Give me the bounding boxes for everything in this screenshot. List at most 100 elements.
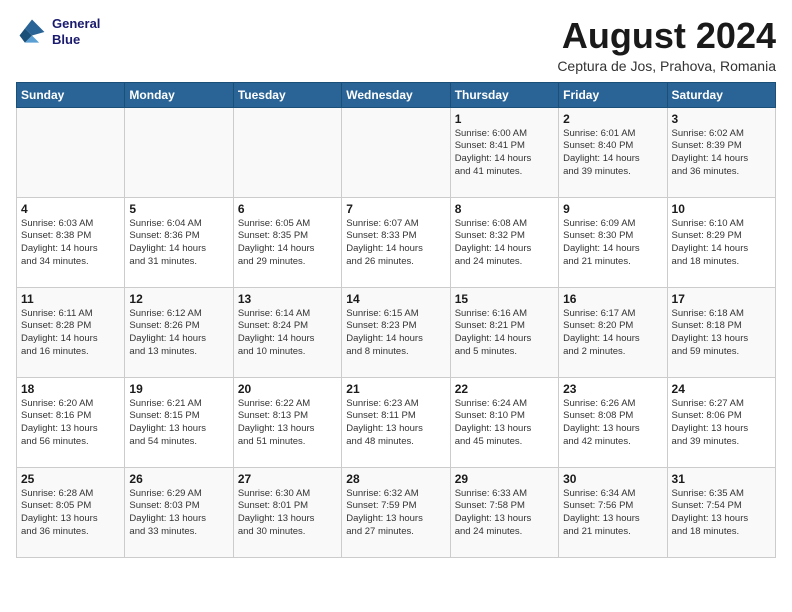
- calendar-cell: 18 Sunrise: 6:20 AM Sunset: 8:16 PM Dayli…: [17, 377, 125, 467]
- page-header: General Blue August 2024 Ceptura de Jos,…: [16, 16, 776, 74]
- cell-content: Sunrise: 6:30 AM Sunset: 8:01 PM Dayligh…: [238, 488, 337, 539]
- month-year: August 2024: [557, 16, 776, 56]
- day-header-friday: Friday: [559, 82, 667, 107]
- day-number: 28: [346, 472, 445, 486]
- day-number: 20: [238, 382, 337, 396]
- calendar-cell: [17, 107, 125, 197]
- calendar-cell: 27 Sunrise: 6:30 AM Sunset: 8:01 PM Dayli…: [233, 467, 341, 557]
- cell-content: Sunrise: 6:23 AM Sunset: 8:11 PM Dayligh…: [346, 398, 445, 449]
- logo-text: General Blue: [52, 16, 100, 47]
- cell-content: Sunrise: 6:16 AM Sunset: 8:21 PM Dayligh…: [455, 308, 554, 359]
- cell-content: Sunrise: 6:21 AM Sunset: 8:15 PM Dayligh…: [129, 398, 228, 449]
- calendar-cell: 2Sunrise: 6:01 AM Sunset: 8:40 PM Daylig…: [559, 107, 667, 197]
- calendar-cell: 24Sunrise: 6:27 AM Sunset: 8:06 PM Dayli…: [667, 377, 775, 467]
- day-number: 8: [455, 202, 554, 216]
- calendar-cell: 15 Sunrise: 6:16 AM Sunset: 8:21 PM Dayli…: [450, 287, 558, 377]
- day-header-tuesday: Tuesday: [233, 82, 341, 107]
- day-number: 16: [563, 292, 662, 306]
- calendar-cell: 5 Sunrise: 6:04 AM Sunset: 8:36 PM Daylig…: [125, 197, 233, 287]
- day-number: 12: [129, 292, 228, 306]
- cell-content: Sunrise: 6:26 AM Sunset: 8:08 PM Dayligh…: [563, 398, 662, 449]
- day-number: 30: [563, 472, 662, 486]
- cell-content: Sunrise: 6:15 AM Sunset: 8:23 PM Dayligh…: [346, 308, 445, 359]
- day-number: 7: [346, 202, 445, 216]
- calendar-cell: 4 Sunrise: 6:03 AM Sunset: 8:38 PM Daylig…: [17, 197, 125, 287]
- day-number: 13: [238, 292, 337, 306]
- calendar-cell: 12 Sunrise: 6:12 AM Sunset: 8:26 PM Dayli…: [125, 287, 233, 377]
- calendar-cell: 8 Sunrise: 6:08 AM Sunset: 8:32 PM Daylig…: [450, 197, 558, 287]
- calendar-cell: 13 Sunrise: 6:14 AM Sunset: 8:24 PM Dayli…: [233, 287, 341, 377]
- day-number: 2: [563, 112, 662, 126]
- day-number: 6: [238, 202, 337, 216]
- day-number: 9: [563, 202, 662, 216]
- cell-content: Sunrise: 6:35 AM Sunset: 7:54 PM Dayligh…: [672, 488, 771, 539]
- title-block: August 2024 Ceptura de Jos, Prahova, Rom…: [557, 16, 776, 74]
- calendar-cell: [342, 107, 450, 197]
- cell-content: Sunrise: 6:02 AM Sunset: 8:39 PM Dayligh…: [672, 128, 771, 179]
- cell-content: Sunrise: 6:22 AM Sunset: 8:13 PM Dayligh…: [238, 398, 337, 449]
- day-number: 15: [455, 292, 554, 306]
- calendar-cell: 16 Sunrise: 6:17 AM Sunset: 8:20 PM Dayli…: [559, 287, 667, 377]
- week-row-2: 4 Sunrise: 6:03 AM Sunset: 8:38 PM Daylig…: [17, 197, 776, 287]
- day-number: 18: [21, 382, 120, 396]
- cell-content: Sunrise: 6:12 AM Sunset: 8:26 PM Dayligh…: [129, 308, 228, 359]
- calendar-cell: 10Sunrise: 6:10 AM Sunset: 8:29 PM Dayli…: [667, 197, 775, 287]
- day-number: 17: [672, 292, 771, 306]
- day-header-thursday: Thursday: [450, 82, 558, 107]
- calendar-cell: 9 Sunrise: 6:09 AM Sunset: 8:30 PM Daylig…: [559, 197, 667, 287]
- day-header-sunday: Sunday: [17, 82, 125, 107]
- week-row-4: 18 Sunrise: 6:20 AM Sunset: 8:16 PM Dayli…: [17, 377, 776, 467]
- day-header-monday: Monday: [125, 82, 233, 107]
- day-number: 19: [129, 382, 228, 396]
- week-row-5: 25 Sunrise: 6:28 AM Sunset: 8:05 PM Dayli…: [17, 467, 776, 557]
- calendar-header-row: SundayMondayTuesdayWednesdayThursdayFrid…: [17, 82, 776, 107]
- cell-content: Sunrise: 6:09 AM Sunset: 8:30 PM Dayligh…: [563, 218, 662, 269]
- cell-content: Sunrise: 6:10 AM Sunset: 8:29 PM Dayligh…: [672, 218, 771, 269]
- day-number: 5: [129, 202, 228, 216]
- cell-content: Sunrise: 6:07 AM Sunset: 8:33 PM Dayligh…: [346, 218, 445, 269]
- day-number: 27: [238, 472, 337, 486]
- calendar-cell: 22 Sunrise: 6:24 AM Sunset: 8:10 PM Dayli…: [450, 377, 558, 467]
- day-number: 21: [346, 382, 445, 396]
- cell-content: Sunrise: 6:24 AM Sunset: 8:10 PM Dayligh…: [455, 398, 554, 449]
- cell-content: Sunrise: 6:04 AM Sunset: 8:36 PM Dayligh…: [129, 218, 228, 269]
- day-number: 4: [21, 202, 120, 216]
- day-number: 23: [563, 382, 662, 396]
- cell-content: Sunrise: 6:33 AM Sunset: 7:58 PM Dayligh…: [455, 488, 554, 539]
- calendar-cell: 3 Sunrise: 6:02 AM Sunset: 8:39 PM Daylig…: [667, 107, 775, 197]
- cell-content: Sunrise: 6:14 AM Sunset: 8:24 PM Dayligh…: [238, 308, 337, 359]
- calendar-cell: 26Sunrise: 6:29 AM Sunset: 8:03 PM Dayli…: [125, 467, 233, 557]
- logo-icon: [16, 16, 48, 48]
- day-header-saturday: Saturday: [667, 82, 775, 107]
- calendar-cell: 6 Sunrise: 6:05 AM Sunset: 8:35 PM Daylig…: [233, 197, 341, 287]
- calendar-cell: 21 Sunrise: 6:23 AM Sunset: 8:11 PM Dayli…: [342, 377, 450, 467]
- day-number: 11: [21, 292, 120, 306]
- day-number: 22: [455, 382, 554, 396]
- calendar-cell: 7 Sunrise: 6:07 AM Sunset: 8:33 PM Daylig…: [342, 197, 450, 287]
- calendar-cell: 11Sunrise: 6:11 AM Sunset: 8:28 PM Dayli…: [17, 287, 125, 377]
- cell-content: Sunrise: 6:29 AM Sunset: 8:03 PM Dayligh…: [129, 488, 228, 539]
- cell-content: Sunrise: 6:08 AM Sunset: 8:32 PM Dayligh…: [455, 218, 554, 269]
- cell-content: Sunrise: 6:05 AM Sunset: 8:35 PM Dayligh…: [238, 218, 337, 269]
- cell-content: Sunrise: 6:17 AM Sunset: 8:20 PM Dayligh…: [563, 308, 662, 359]
- calendar-cell: 1Sunrise: 6:00 AM Sunset: 8:41 PM Daylig…: [450, 107, 558, 197]
- calendar-cell: 17 Sunrise: 6:18 AM Sunset: 8:18 PM Dayli…: [667, 287, 775, 377]
- calendar-table: SundayMondayTuesdayWednesdayThursdayFrid…: [16, 82, 776, 558]
- day-number: 1: [455, 112, 554, 126]
- calendar-cell: [125, 107, 233, 197]
- calendar-cell: [233, 107, 341, 197]
- calendar-cell: 25 Sunrise: 6:28 AM Sunset: 8:05 PM Dayli…: [17, 467, 125, 557]
- cell-content: Sunrise: 6:18 AM Sunset: 8:18 PM Dayligh…: [672, 308, 771, 359]
- day-header-wednesday: Wednesday: [342, 82, 450, 107]
- calendar-cell: 30 Sunrise: 6:34 AM Sunset: 7:56 PM Dayli…: [559, 467, 667, 557]
- calendar-cell: 29Sunrise: 6:33 AM Sunset: 7:58 PM Dayli…: [450, 467, 558, 557]
- cell-content: Sunrise: 6:34 AM Sunset: 7:56 PM Dayligh…: [563, 488, 662, 539]
- cell-content: Sunrise: 6:28 AM Sunset: 8:05 PM Dayligh…: [21, 488, 120, 539]
- day-number: 24: [672, 382, 771, 396]
- cell-content: Sunrise: 6:03 AM Sunset: 8:38 PM Dayligh…: [21, 218, 120, 269]
- calendar-cell: 28 Sunrise: 6:32 AM Sunset: 7:59 PM Dayli…: [342, 467, 450, 557]
- cell-content: Sunrise: 6:20 AM Sunset: 8:16 PM Dayligh…: [21, 398, 120, 449]
- cell-content: Sunrise: 6:32 AM Sunset: 7:59 PM Dayligh…: [346, 488, 445, 539]
- day-number: 25: [21, 472, 120, 486]
- day-number: 3: [672, 112, 771, 126]
